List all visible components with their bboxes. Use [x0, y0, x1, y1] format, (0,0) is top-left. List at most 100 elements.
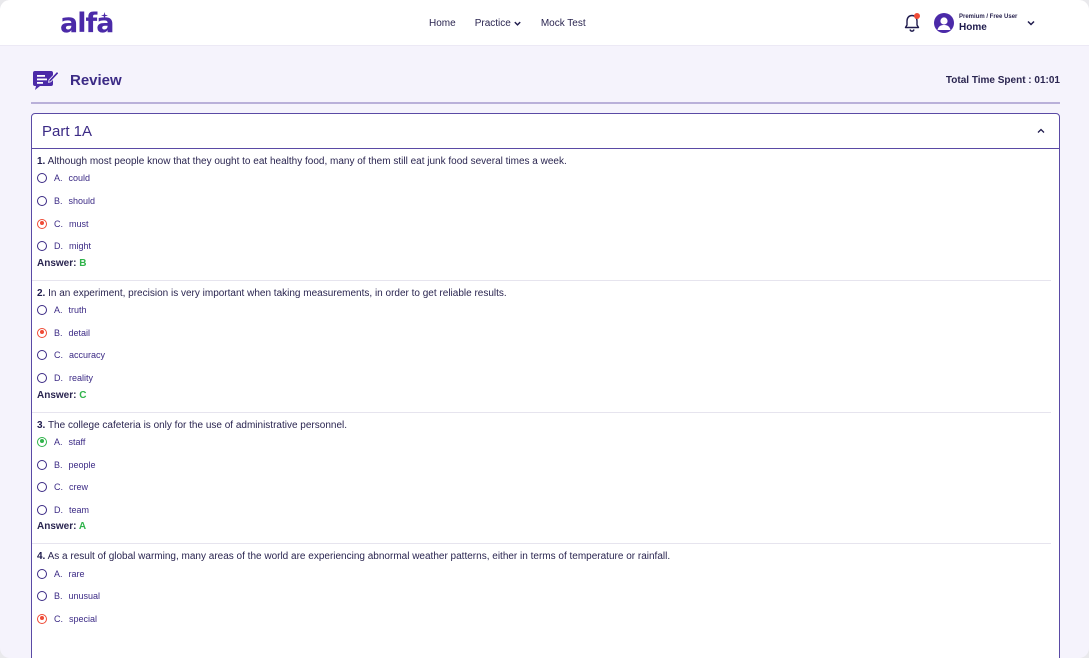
option-text: must [69, 218, 89, 229]
radio-button[interactable] [37, 504, 47, 515]
answer-value: B [79, 257, 87, 269]
option-text: special [69, 613, 98, 624]
option-letter: C. [54, 218, 63, 229]
question-body: As a result of global warming, many area… [47, 551, 671, 563]
radio-button[interactable] [37, 482, 47, 493]
answer-option[interactable]: D. might [37, 235, 1043, 258]
question-text: 3. The college cafeteria is only for the… [37, 413, 1043, 431]
question-list: 1. Although most people know that they o… [32, 149, 1059, 630]
answer-option[interactable]: B. people [37, 453, 1043, 476]
radio-button[interactable] [37, 436, 47, 447]
answer-option[interactable]: A. staff [37, 431, 1043, 454]
answer-label: Answer: [37, 257, 77, 269]
radio-button[interactable] [37, 373, 47, 384]
nav-practice[interactable]: Practice [475, 18, 522, 29]
answer-option[interactable]: A. could [37, 167, 1043, 190]
header-divider [31, 102, 1060, 104]
option-letter: B. [54, 459, 63, 470]
option-text: reality [69, 373, 94, 384]
chevron-down-icon[interactable] [1026, 18, 1036, 28]
radio-button[interactable] [37, 327, 47, 338]
question-body: In an experiment, precision is very impo… [48, 287, 507, 299]
correct-answer: Answer: C [37, 390, 1043, 412]
chevron-up-icon[interactable] [1035, 125, 1047, 137]
option-text: might [69, 241, 92, 252]
nav-mock-test[interactable]: Mock Test [541, 18, 586, 29]
logo-sparkle-icon [101, 12, 108, 19]
radio-button[interactable] [37, 173, 47, 184]
option-letter: B. [54, 591, 63, 602]
total-time-spent: Total Time Spent : 01:01 [945, 75, 1060, 86]
answer-label: Answer: [37, 521, 77, 533]
option-letter: A. [54, 173, 63, 184]
radio-button[interactable] [37, 218, 47, 229]
question-number: 4. [37, 551, 46, 563]
option-text: rare [68, 568, 85, 579]
user-icon [937, 17, 951, 30]
question-text: 2. In an experiment, precision is very i… [37, 281, 1043, 299]
answer-option[interactable]: C. special [37, 608, 1043, 631]
question-number: 1. [37, 156, 46, 167]
user-name: Home [959, 22, 987, 33]
question-body: Although most people know that they ough… [47, 156, 567, 167]
question-item: 3. The college cafeteria is only for the… [32, 413, 1051, 545]
answer-value: C [79, 389, 87, 401]
answer-option[interactable]: C. must [37, 212, 1043, 235]
option-letter: A. [54, 568, 63, 579]
radio-button[interactable] [37, 241, 47, 252]
option-letter: B. [54, 196, 63, 207]
section-card: Part 1A 1. Although most people know tha… [31, 113, 1060, 658]
option-letter: C. [54, 350, 63, 361]
question-item: 2. In an experiment, precision is very i… [32, 281, 1051, 413]
question-item: 4. As a result of global warming, many a… [32, 544, 1051, 630]
nav-practice-label: Practice [474, 17, 511, 29]
nav-home-label: Home [429, 17, 456, 29]
radio-button[interactable] [37, 459, 47, 470]
nav-home[interactable]: Home [429, 18, 456, 29]
option-letter: A. [54, 305, 63, 316]
answer-option[interactable]: A. rare [37, 562, 1043, 585]
answer-option[interactable]: B. detail [37, 321, 1043, 344]
question-number: 2. [37, 287, 46, 299]
option-letter: D. [54, 373, 63, 384]
answer-option[interactable]: D. team [37, 499, 1043, 522]
avatar[interactable] [934, 13, 954, 33]
alfa-logo[interactable]: alfa [60, 10, 114, 38]
radio-button[interactable] [37, 613, 47, 624]
option-text: could [68, 173, 91, 184]
radio-button[interactable] [37, 568, 47, 579]
option-text: people [68, 459, 96, 470]
correct-answer: Answer: B [37, 258, 1043, 280]
section-title: Part 1A [42, 122, 93, 140]
notifications-button[interactable] [903, 13, 921, 33]
radio-button[interactable] [37, 591, 47, 602]
radio-button[interactable] [37, 196, 47, 207]
question-number: 3. [37, 419, 46, 431]
radio-button[interactable] [37, 305, 47, 316]
user-plan: Premium / Free User [959, 14, 1018, 20]
top-bar: alfa Home Practice Mock Test Premium / F… [0, 0, 1089, 46]
user-menu[interactable]: Premium / Free User Home [959, 14, 1017, 34]
answer-option[interactable]: A. truth [37, 299, 1043, 322]
main-nav: Home Practice Mock Test [429, 0, 605, 46]
radio-button[interactable] [37, 350, 47, 361]
answer-option[interactable]: B. unusual [37, 585, 1043, 608]
answer-option[interactable]: C. accuracy [37, 344, 1043, 367]
answer-label: Answer: [37, 389, 77, 401]
option-text: should [68, 196, 96, 207]
option-text: crew [69, 482, 89, 493]
question-body: The college cafeteria is only for the us… [47, 419, 348, 431]
answer-option[interactable]: B. should [37, 190, 1043, 213]
option-text: detail [68, 327, 91, 338]
review-icon [33, 70, 59, 90]
page-title: Review [70, 72, 122, 89]
chevron-down-icon [514, 21, 521, 26]
nav-mock-test-label: Mock Test [540, 17, 586, 29]
section-header[interactable]: Part 1A [32, 114, 1059, 149]
answer-option[interactable]: C. crew [37, 476, 1043, 499]
answer-option[interactable]: D. reality [37, 367, 1043, 390]
correct-answer: Answer: A [37, 521, 1043, 543]
option-letter: B. [54, 327, 63, 338]
option-text: truth [68, 305, 87, 316]
question-text: 4. As a result of global warming, many a… [37, 544, 1043, 562]
